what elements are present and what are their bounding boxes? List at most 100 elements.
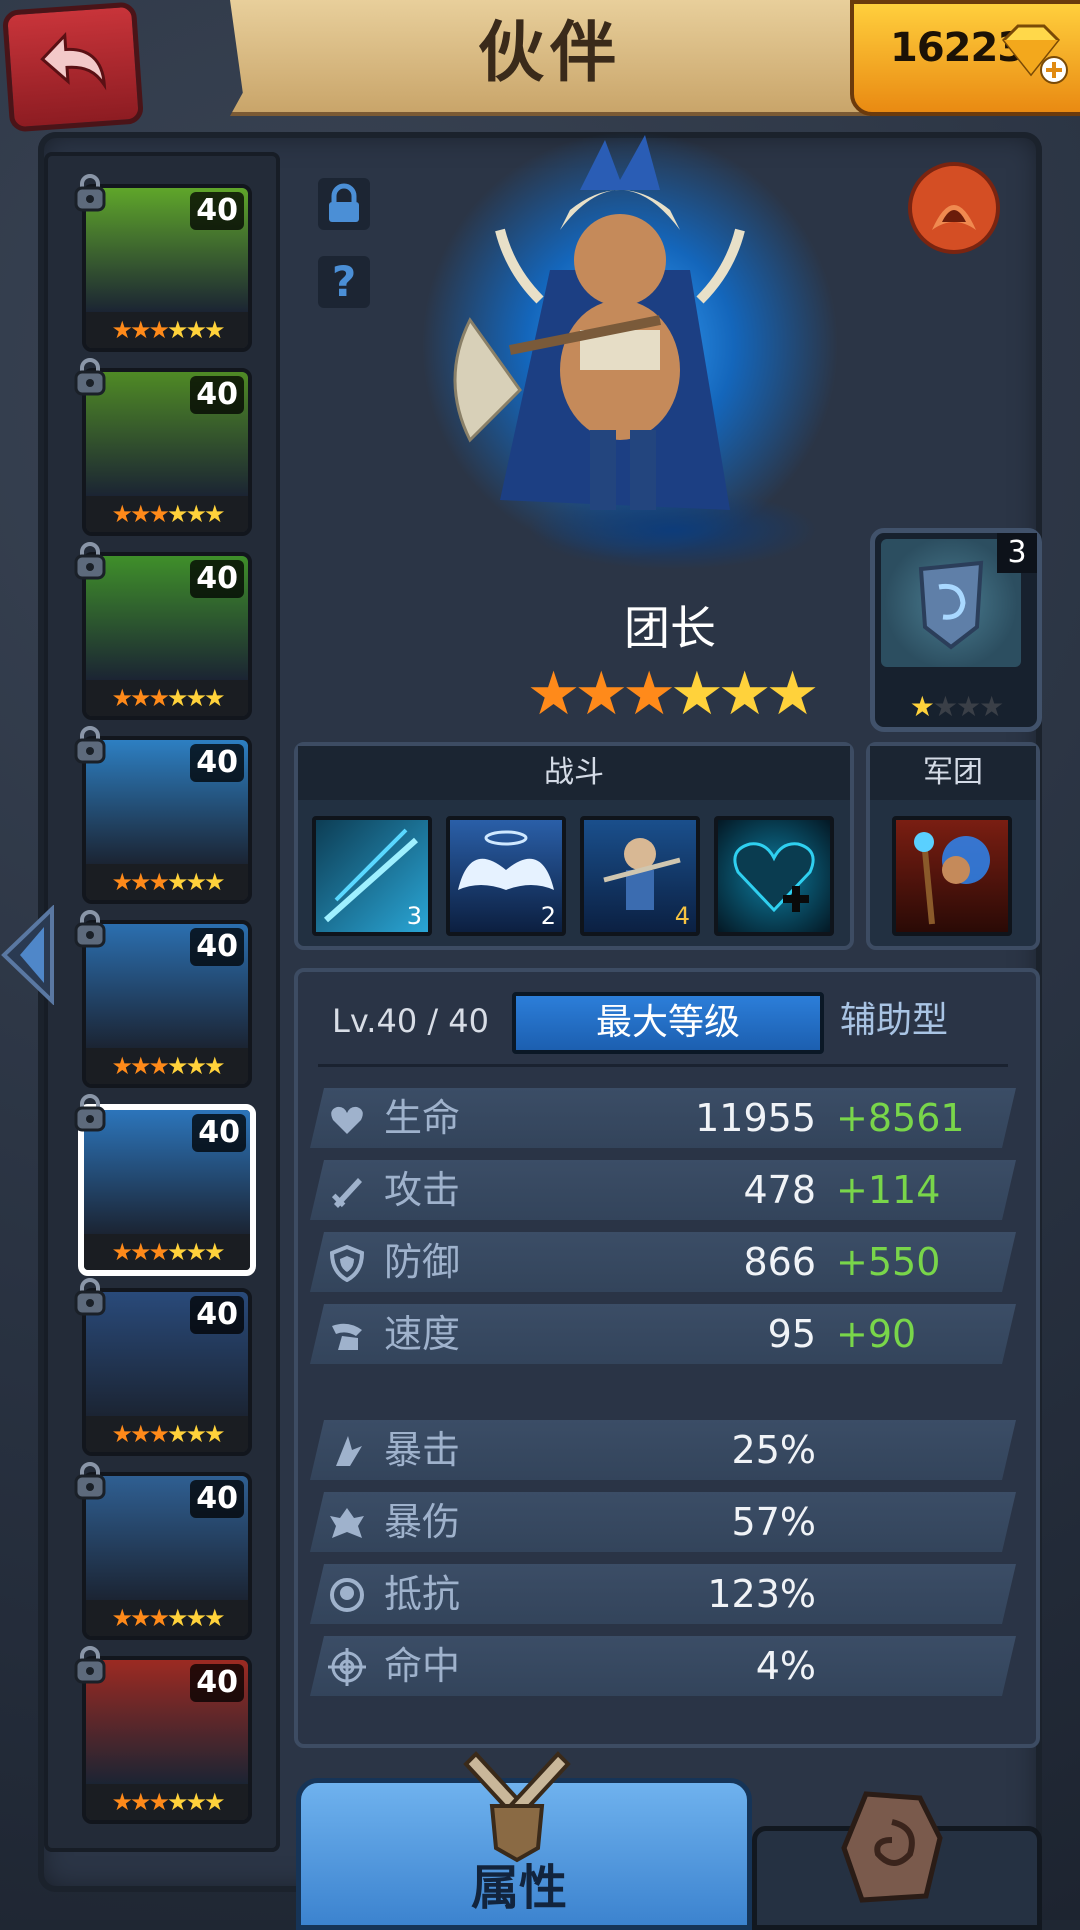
hero-name: 团长 xyxy=(624,601,716,655)
star-icon: ★ xyxy=(167,684,188,712)
star-icon: ★ xyxy=(526,659,581,729)
skill-3[interactable]: 4 xyxy=(580,816,700,936)
star-icon: ★ xyxy=(204,1420,225,1448)
star-icon: ★ xyxy=(167,1788,188,1816)
star-icon: ★ xyxy=(622,659,676,729)
lock-icon xyxy=(74,542,106,580)
wing-boot-icon xyxy=(328,1316,366,1354)
star-icon: ★ xyxy=(956,690,981,723)
hero-card-level: 40 xyxy=(192,1114,246,1152)
star-icon: ★ xyxy=(111,684,132,712)
legion-skill[interactable] xyxy=(892,816,1012,936)
stat-row: 攻击 478 +114 xyxy=(310,1160,1016,1220)
divider xyxy=(318,1064,1008,1067)
star-icon: ★ xyxy=(129,1788,151,1816)
battle-skills-title: 战斗 xyxy=(298,746,850,800)
hero-card-stars: ★★★★★★ xyxy=(86,1048,248,1084)
star-icon: ★ xyxy=(111,1052,132,1080)
sword-icon xyxy=(328,1172,366,1210)
star-icon: ★ xyxy=(204,500,225,528)
faction-icon[interactable] xyxy=(906,160,1002,256)
rune-slot[interactable]: 3 ★★★★ xyxy=(870,528,1042,732)
star-icon: ★ xyxy=(765,659,820,729)
hero-card-stars: ★★★★★★ xyxy=(86,680,248,716)
question-icon: ? xyxy=(331,257,357,306)
hero-card-level: 40 xyxy=(190,1480,244,1518)
star-icon: ★ xyxy=(574,659,628,729)
hero-card-stars: ★★★★★★ xyxy=(86,1416,248,1452)
stat-value: 25% xyxy=(731,1428,816,1472)
hero-card-stars: ★★★★★★ xyxy=(86,864,248,900)
hero-list[interactable]: 40 ★★★★★★ 40 ★★★★★★ 40 ★★★★★★ 40 ★★★★★★ 40 ★★★★★★… xyxy=(44,152,280,1852)
lock-button[interactable] xyxy=(318,178,370,230)
stat-label: 攻击 xyxy=(384,1168,461,1212)
role-type: 辅助型 xyxy=(840,1000,949,1041)
help-button[interactable]: ? xyxy=(318,256,370,308)
star-icon: ★ xyxy=(204,868,225,896)
star-icon: ★ xyxy=(148,1788,169,1816)
lock-icon xyxy=(74,358,106,396)
stat-bonus: +8561 xyxy=(836,1096,965,1140)
lock-icon xyxy=(74,1094,106,1132)
star-icon: ★ xyxy=(167,500,188,528)
page-title: 伙伴 xyxy=(478,14,622,91)
lock-icon xyxy=(74,1646,106,1684)
battle-skills-panel: 战斗 3 2 4 xyxy=(294,742,854,950)
left-arrow-icon[interactable] xyxy=(0,905,56,1005)
star-icon: ★ xyxy=(111,1420,132,1448)
star-icon: ★ xyxy=(932,690,958,723)
lock-icon xyxy=(74,726,106,764)
star-icon: ★ xyxy=(129,868,151,896)
star-icon: ★ xyxy=(185,316,207,344)
stat-value: 95 xyxy=(767,1312,816,1356)
stat-label: 暴伤 xyxy=(384,1500,461,1544)
star-icon: ★ xyxy=(129,1604,151,1632)
star-icon: ★ xyxy=(167,1238,188,1266)
stat-bonus: +550 xyxy=(836,1240,941,1284)
stat-row: 防御 866 +550 xyxy=(310,1232,1016,1292)
hero-card-level: 40 xyxy=(190,928,244,966)
stat-row: 速度 95 +90 xyxy=(310,1304,1016,1364)
star-icon: ★ xyxy=(204,1052,225,1080)
stat-label: 生命 xyxy=(384,1096,461,1140)
star-icon: ★ xyxy=(185,1238,207,1266)
hero-stars: ★★★★★★ xyxy=(520,664,820,724)
star-icon: ★ xyxy=(670,659,724,729)
star-icon: ★ xyxy=(129,684,151,712)
star-icon: ★ xyxy=(148,1604,169,1632)
stat-label: 暴击 xyxy=(384,1428,461,1472)
legion-title: 军团 xyxy=(870,746,1036,800)
crit-icon xyxy=(328,1432,366,1470)
star-icon: ★ xyxy=(167,1052,188,1080)
star-icon: ★ xyxy=(979,690,1004,723)
star-icon: ★ xyxy=(129,316,151,344)
star-icon: ★ xyxy=(111,1788,132,1816)
skill-1[interactable]: 3 xyxy=(312,816,432,936)
heart-icon xyxy=(328,1100,366,1138)
star-icon: ★ xyxy=(185,684,207,712)
star-icon: ★ xyxy=(111,316,132,344)
hero-card-stars: ★★★★★★ xyxy=(86,1784,248,1820)
star-icon: ★ xyxy=(129,1238,151,1266)
star-icon: ★ xyxy=(185,1788,207,1816)
stat-value: 4% xyxy=(755,1644,816,1688)
hero-card-level: 40 xyxy=(190,1664,244,1702)
resist-icon xyxy=(328,1576,366,1614)
star-icon: ★ xyxy=(129,1420,151,1448)
back-button[interactable] xyxy=(1,1,145,133)
hero-portrait xyxy=(453,135,745,510)
star-icon: ★ xyxy=(111,868,132,896)
hero-card-level: 40 xyxy=(190,192,244,230)
skill-2[interactable]: 2 xyxy=(446,816,566,936)
gem-plus-icon[interactable] xyxy=(998,22,1070,86)
skill-4[interactable] xyxy=(714,816,834,936)
star-icon: ★ xyxy=(129,500,151,528)
tab-attributes-label: 属性 xyxy=(470,1860,567,1916)
hero-card-level: 40 xyxy=(190,376,244,414)
star-icon: ★ xyxy=(167,868,188,896)
star-icon: ★ xyxy=(148,868,169,896)
hero-card-stars: ★★★★★★ xyxy=(86,312,248,348)
rune-stars: ★★★★ xyxy=(875,690,1037,723)
star-icon: ★ xyxy=(185,1604,207,1632)
stat-row: 暴击 25% xyxy=(310,1420,1016,1480)
